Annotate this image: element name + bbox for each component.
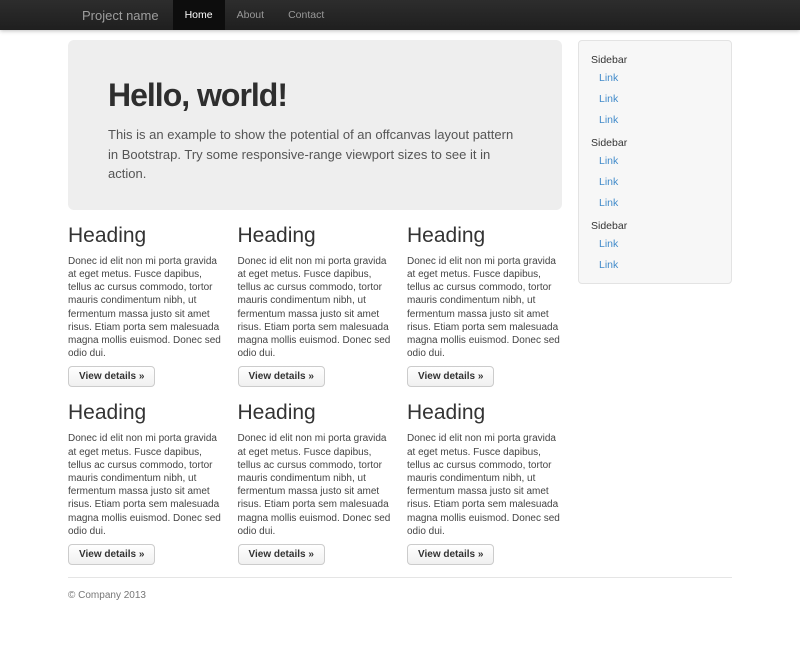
card-heading: Heading: [238, 224, 393, 247]
cards-row-1: Heading Donec id elit non mi porta gravi…: [68, 224, 562, 388]
navbar-container: Project name Home About Contact: [68, 0, 732, 30]
copyright-text: © Company 2013: [68, 590, 732, 601]
sidebar-link[interactable]: Link: [579, 255, 731, 276]
sidebar-link[interactable]: Link: [579, 110, 731, 131]
view-details-button-5[interactable]: View details »: [238, 544, 325, 565]
sidebar-link[interactable]: Link: [579, 68, 731, 89]
jumbotron: Hello, world! This is an example to show…: [68, 40, 562, 210]
view-details-button-4[interactable]: View details »: [68, 544, 155, 565]
nav-item-contact[interactable]: Contact: [276, 0, 336, 30]
sidebar-header-3: Sidebar: [579, 214, 731, 234]
card-heading: Heading: [238, 401, 393, 424]
nav-item-home[interactable]: Home: [173, 0, 225, 30]
view-details-button-2[interactable]: View details »: [238, 366, 325, 387]
sidebar-link[interactable]: Link: [579, 193, 731, 214]
card-heading: Heading: [407, 401, 562, 424]
card-heading: Heading: [407, 224, 562, 247]
nav-menu: Home About Contact: [173, 0, 337, 30]
card-body-text: Donec id elit non mi porta gravida at eg…: [238, 432, 393, 538]
sidebar-well: Sidebar Link Link Link Sidebar Link Link…: [578, 40, 732, 284]
sidebar-link[interactable]: Link: [579, 172, 731, 193]
card-2: Heading Donec id elit non mi porta gravi…: [238, 224, 393, 388]
card-heading: Heading: [68, 224, 223, 247]
sidebar-link[interactable]: Link: [579, 89, 731, 110]
card-4: Heading Donec id elit non mi porta gravi…: [68, 401, 223, 565]
navbar: Project name Home About Contact: [0, 0, 800, 30]
card-body-text: Donec id elit non mi porta gravida at eg…: [407, 255, 562, 361]
card-body-text: Donec id elit non mi porta gravida at eg…: [407, 432, 562, 538]
card-body-text: Donec id elit non mi porta gravida at eg…: [238, 255, 393, 361]
card-3: Heading Donec id elit non mi porta gravi…: [407, 224, 562, 388]
content-row: Hello, world! This is an example to show…: [68, 40, 732, 565]
page-container: Hello, world! This is an example to show…: [68, 40, 732, 647]
main-column: Hello, world! This is an example to show…: [68, 40, 562, 565]
card-5: Heading Donec id elit non mi porta gravi…: [238, 401, 393, 565]
view-details-button-3[interactable]: View details »: [407, 366, 494, 387]
cards-row-2: Heading Donec id elit non mi porta gravi…: [68, 401, 562, 565]
card-heading: Heading: [68, 401, 223, 424]
nav-item-about[interactable]: About: [225, 0, 276, 30]
card-body-text: Donec id elit non mi porta gravida at eg…: [68, 255, 223, 361]
view-details-button-6[interactable]: View details »: [407, 544, 494, 565]
card-1: Heading Donec id elit non mi porta gravi…: [68, 224, 223, 388]
sidebar-header-2: Sidebar: [579, 131, 731, 151]
brand-link[interactable]: Project name: [68, 0, 173, 30]
sidebar-header-1: Sidebar: [579, 48, 731, 68]
footer: © Company 2013: [68, 577, 732, 647]
sidebar-link[interactable]: Link: [579, 151, 731, 172]
view-details-button-1[interactable]: View details »: [68, 366, 155, 387]
jumbotron-title: Hello, world!: [108, 78, 522, 113]
sidebar-link[interactable]: Link: [579, 234, 731, 255]
card-body-text: Donec id elit non mi porta gravida at eg…: [68, 432, 223, 538]
jumbotron-text: This is an example to show the potential…: [108, 125, 522, 184]
card-6: Heading Donec id elit non mi porta gravi…: [407, 401, 562, 565]
